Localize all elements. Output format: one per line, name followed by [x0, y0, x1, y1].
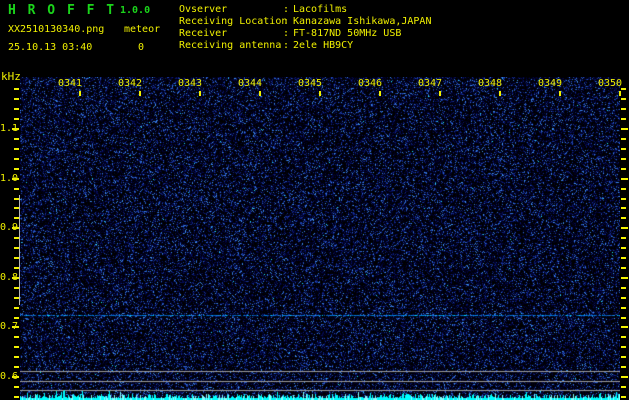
y-axis-tick-right: [621, 266, 626, 269]
y-axis-tick-right: [621, 88, 626, 91]
left-edge-marker: [19, 195, 20, 305]
info-value: FT-817ND 50MHz USB: [293, 28, 402, 39]
output-filename: XX2510130340.png: [8, 24, 105, 35]
y-axis-tick: [14, 306, 19, 309]
y-axis-tick-right: [621, 147, 626, 150]
info-label: Receiving antenna: [179, 40, 282, 51]
y-axis-tick-right: [621, 247, 626, 250]
info-label: Receiver: [179, 28, 228, 39]
app-title: H R O F F T: [8, 3, 117, 18]
y-axis-tick-right: [621, 157, 626, 160]
y-axis-unit-label: kHz: [1, 70, 21, 83]
y-axis-tick-right: [621, 276, 628, 279]
y-axis-label: 0.6: [0, 371, 19, 382]
y-axis-tick: [12, 227, 19, 230]
y-axis-tick-right: [621, 366, 626, 369]
y-axis-tick-right: [621, 138, 626, 140]
y-axis-tick: [14, 316, 19, 319]
y-axis-tick: [12, 128, 19, 131]
y-axis-tick-right: [621, 306, 626, 309]
y-axis-tick-right: [621, 118, 626, 121]
y-axis-tick: [14, 88, 19, 91]
app-version: 1.0.0: [120, 5, 151, 16]
y-axis-tick: [14, 157, 19, 160]
datetime-label: 25.10.13 03:40: [8, 42, 93, 53]
station-info: Ovserver : Lacofilms Receiving Location …: [179, 4, 431, 52]
y-axis-tick-right: [621, 187, 626, 190]
y-axis-tick-right: [621, 207, 626, 210]
y-axis-tick-right: [621, 217, 626, 220]
y-axis-tick: [14, 138, 19, 140]
y-axis-tick-right: [621, 227, 628, 230]
spectrogram-plot: [20, 77, 620, 400]
y-axis-tick: [14, 395, 19, 398]
info-row-receiver: Receiver : FT-817ND 50MHz USB: [179, 28, 431, 40]
info-row-antenna: Receiving antenna : 2ele HB9CY: [179, 40, 431, 52]
info-separator: :: [283, 28, 290, 39]
info-value: Kanazawa Ishikawa,JAPAN: [293, 16, 432, 27]
y-axis-tick: [14, 108, 19, 111]
y-axis-tick-right: [621, 386, 626, 388]
y-axis-tick-right: [621, 197, 626, 200]
y-axis-tick-right: [621, 98, 626, 101]
y-axis-tick: [14, 167, 19, 170]
y-axis-tick-right: [621, 237, 626, 240]
y-axis-tick: [14, 98, 19, 101]
info-separator: :: [283, 4, 290, 15]
y-axis-tick-right: [621, 108, 626, 111]
y-axis-label: 0.7: [0, 321, 19, 333]
y-axis-label: 1.0: [0, 172, 19, 184]
y-axis-label: 1.1: [0, 123, 19, 134]
y-axis-tick: [14, 147, 19, 150]
y-axis-tick-right: [621, 296, 626, 299]
y-axis-tick: [14, 356, 19, 359]
info-label: Ovserver: [179, 4, 228, 15]
y-axis-tick-right: [621, 395, 626, 398]
y-axis-tick: [12, 276, 19, 279]
meteor-count: 0: [138, 42, 145, 53]
info-label: Receiving Location: [179, 16, 288, 27]
info-value: Lacofilms: [293, 4, 348, 15]
y-axis-tick: [14, 346, 19, 349]
info-separator: :: [283, 16, 290, 27]
info-value: 2ele HB9CY: [293, 40, 354, 51]
spectrogram-canvas: [20, 77, 620, 400]
y-axis-tick-right: [621, 257, 626, 260]
y-axis-tick-right: [621, 316, 626, 319]
y-axis-tick-right: [621, 286, 626, 289]
y-axis-tick: [14, 118, 19, 121]
y-axis-label: 0.8: [0, 271, 19, 283]
y-axis-tick-right: [621, 167, 626, 170]
y-axis-tick: [12, 177, 19, 180]
y-axis-tick-right: [621, 128, 628, 131]
mode-label: meteor: [124, 24, 161, 35]
y-axis-tick: [12, 376, 19, 379]
y-axis-tick-right: [621, 356, 626, 359]
info-row-location: Receiving Location : Kanazawa Ishikawa,J…: [179, 16, 431, 28]
y-axis-tick-right: [621, 326, 628, 329]
y-axis-tick: [14, 187, 19, 190]
y-axis-tick-right: [621, 336, 626, 339]
hrofft-screenshot: H R O F F T 1.0.0 XX2510130340.png meteo…: [0, 0, 629, 400]
info-separator: :: [283, 40, 290, 51]
y-axis-tick: [12, 326, 19, 329]
y-axis-tick: [14, 336, 19, 339]
y-axis-tick: [14, 366, 19, 369]
y-axis-tick-right: [621, 346, 626, 349]
info-row-observer: Ovserver : Lacofilms: [179, 4, 431, 16]
y-axis-tick: [14, 386, 19, 388]
y-axis-tick-right: [621, 376, 628, 379]
y-axis-label: 0.9: [0, 222, 19, 234]
y-axis-tick-right: [621, 177, 628, 180]
